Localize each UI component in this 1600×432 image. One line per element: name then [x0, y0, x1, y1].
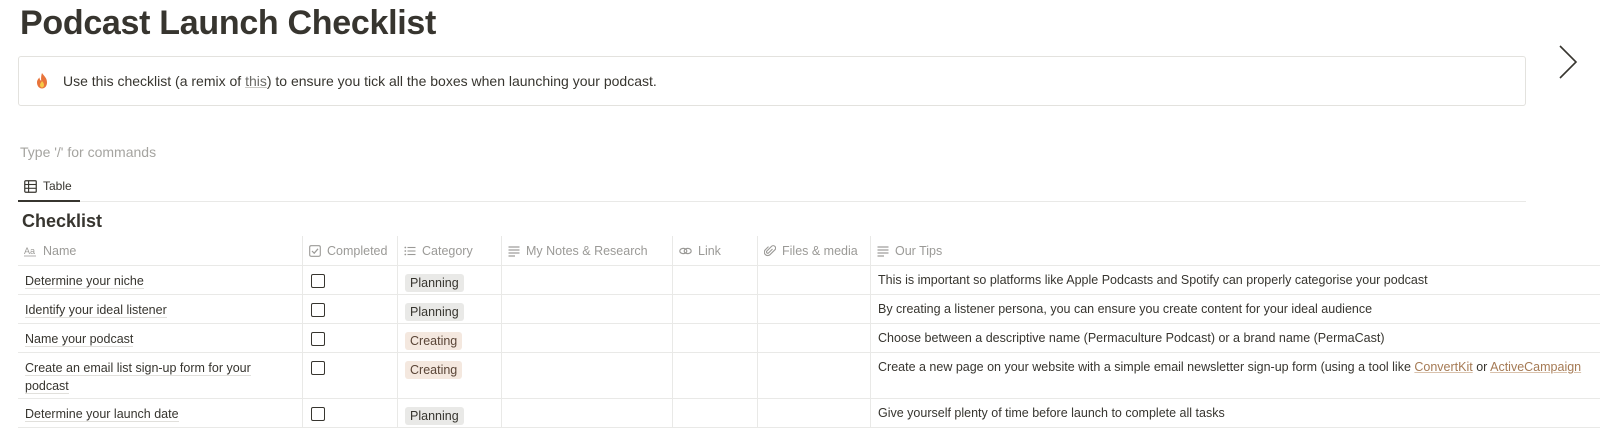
row-link[interactable]	[672, 399, 757, 427]
column-header-completed[interactable]: Completed	[302, 236, 397, 266]
table-header: Aa Name Completed Category My Notes & Re…	[18, 236, 1600, 266]
row-files[interactable]	[757, 266, 870, 294]
row-notes[interactable]	[501, 399, 672, 427]
view-tabs: Table	[18, 172, 1526, 202]
row-name[interactable]: Determine your launch date	[18, 399, 302, 427]
row-notes[interactable]	[501, 353, 672, 398]
list-icon	[404, 246, 416, 256]
table-row[interactable]: Create an email list sign-up form for yo…	[18, 353, 1600, 399]
row-files[interactable]	[757, 295, 870, 323]
completed-checkbox[interactable]	[311, 303, 325, 317]
text-lines-icon	[508, 246, 520, 257]
row-tip[interactable]: This is important so platforms like Appl…	[870, 266, 1600, 294]
callout: Use this checklist (a remix of this) to …	[18, 56, 1526, 106]
row-link[interactable]	[672, 295, 757, 323]
callout-text: Use this checklist (a remix of this) to …	[63, 73, 657, 89]
category-tag: Planning	[405, 274, 464, 292]
row-notes[interactable]	[501, 295, 672, 323]
row-category[interactable]: Planning	[397, 266, 501, 294]
database-title[interactable]: Checklist	[22, 211, 102, 232]
category-tag: Planning	[405, 303, 464, 321]
checklist-table: Aa Name Completed Category My Notes & Re…	[18, 236, 1600, 428]
fire-icon	[33, 72, 51, 90]
row-completed	[302, 295, 397, 323]
column-header-files[interactable]: Files & media	[757, 236, 870, 266]
activecampaign-link[interactable]: ActiveCampaign	[1490, 360, 1581, 374]
row-tip[interactable]: By creating a listener persona, you can …	[870, 295, 1600, 323]
row-completed	[302, 266, 397, 294]
row-link[interactable]	[672, 266, 757, 294]
row-completed	[302, 324, 397, 352]
row-name[interactable]: Identify your ideal listener	[18, 295, 302, 323]
link-icon	[679, 247, 692, 255]
row-link[interactable]	[672, 324, 757, 352]
category-tag: Creating	[405, 332, 463, 350]
row-notes[interactable]	[501, 324, 672, 352]
convertkit-link[interactable]: ConvertKit	[1414, 360, 1472, 374]
tab-table-label: Table	[43, 179, 72, 193]
completed-checkbox[interactable]	[311, 361, 325, 375]
row-completed	[302, 353, 397, 398]
row-files[interactable]	[757, 324, 870, 352]
row-completed	[302, 399, 397, 427]
row-category[interactable]: Planning	[397, 399, 501, 427]
row-link[interactable]	[672, 353, 757, 398]
table-row[interactable]: Determine your niche Planning This is im…	[18, 266, 1600, 295]
row-category[interactable]: Planning	[397, 295, 501, 323]
row-category[interactable]: Creating	[397, 353, 501, 398]
category-tag: Creating	[405, 361, 463, 379]
column-header-notes[interactable]: My Notes & Research	[501, 236, 672, 266]
completed-checkbox[interactable]	[311, 274, 325, 288]
column-header-name[interactable]: Aa Name	[18, 236, 302, 266]
paperclip-icon	[764, 245, 776, 257]
row-files[interactable]	[757, 353, 870, 398]
page-title: Podcast Launch Checklist	[20, 4, 437, 42]
row-name[interactable]: Determine your niche	[18, 266, 302, 294]
checkbox-icon	[309, 245, 321, 257]
column-header-tips[interactable]: Our Tips	[870, 236, 1600, 266]
table-icon	[24, 179, 37, 193]
row-name[interactable]: Create an email list sign-up form for yo…	[18, 353, 302, 398]
row-notes[interactable]	[501, 266, 672, 294]
command-placeholder[interactable]: Type '/' for commands	[20, 144, 156, 160]
svg-text:Aa: Aa	[24, 246, 35, 256]
tab-table[interactable]: Table	[18, 172, 80, 202]
text-lines-icon	[877, 246, 889, 257]
table-row[interactable]: Identify your ideal listener Planning By…	[18, 295, 1600, 324]
table-row[interactable]: Determine your launch date Planning Give…	[18, 399, 1600, 428]
callout-link[interactable]: this	[245, 73, 267, 89]
text-aa-icon: Aa	[24, 246, 36, 257]
row-files[interactable]	[757, 399, 870, 427]
row-tip[interactable]: Create a new page on your website with a…	[870, 353, 1600, 398]
category-tag: Planning	[405, 407, 464, 425]
row-name[interactable]: Name your podcast	[18, 324, 302, 352]
completed-checkbox[interactable]	[311, 407, 325, 421]
table-row[interactable]: Name your podcast Creating Choose betwee…	[18, 324, 1600, 353]
completed-checkbox[interactable]	[311, 332, 325, 346]
row-category[interactable]: Creating	[397, 324, 501, 352]
chevron-right-icon[interactable]	[1552, 42, 1582, 82]
row-tip[interactable]: Choose between a descriptive name (Perma…	[870, 324, 1600, 352]
column-header-link[interactable]: Link	[672, 236, 757, 266]
row-tip[interactable]: Give yourself plenty of time before laun…	[870, 399, 1600, 427]
column-header-category[interactable]: Category	[397, 236, 501, 266]
